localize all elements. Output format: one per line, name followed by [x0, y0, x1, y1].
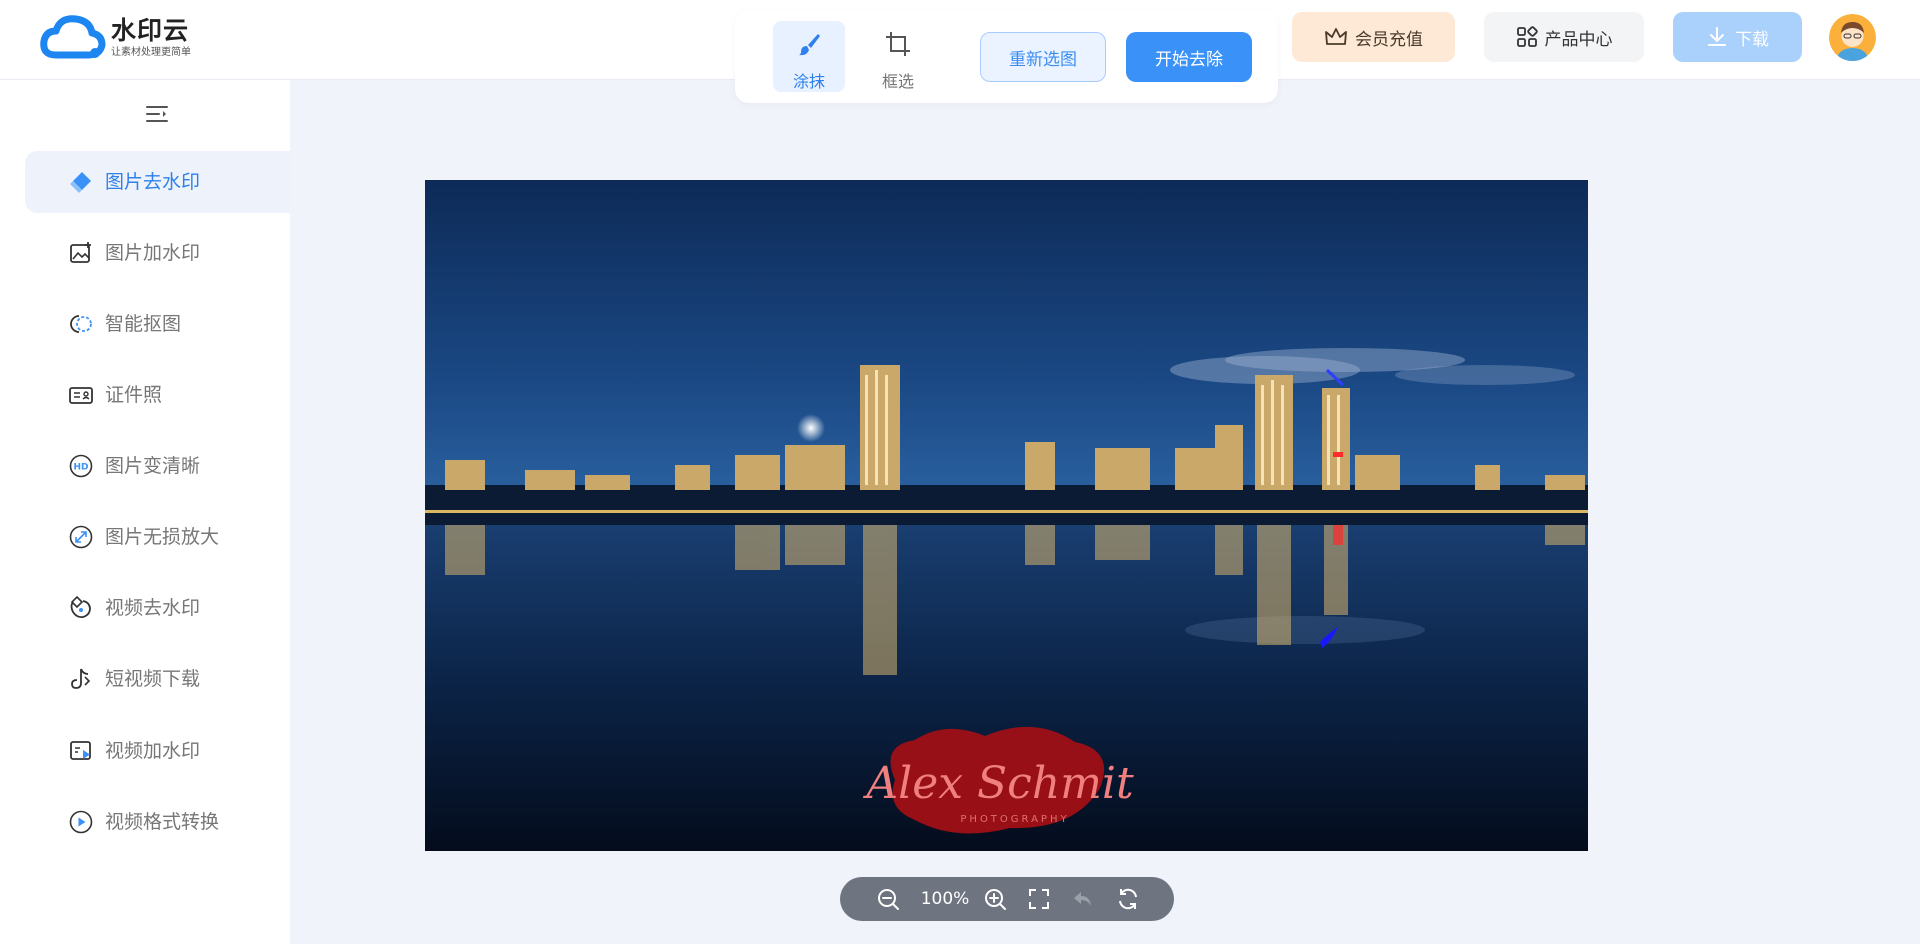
zoom-out-icon: [878, 889, 899, 910]
svg-text:HD: HD: [73, 463, 88, 473]
eraser-icon: [70, 172, 91, 193]
undo-button[interactable]: [1071, 887, 1095, 911]
crown-icon: [1325, 28, 1347, 45]
play-circle-icon: [69, 810, 93, 834]
edit-tool-panel: 涂抹 框选 重新选图 开始去除: [735, 10, 1278, 103]
image-add-icon: [70, 242, 91, 263]
id-card-icon: [69, 387, 93, 404]
user-avatar[interactable]: [1829, 14, 1876, 61]
hd-icon: HD: [69, 454, 93, 478]
watermark-subtext: PHOTOGRAPHY: [960, 814, 1069, 825]
sidebar-item-image-watermark-add[interactable]: 图片加水印: [25, 222, 290, 284]
download-label: 下载: [1735, 29, 1769, 50]
sidebar-item-video-format-convert[interactable]: 视频格式转换: [25, 791, 290, 853]
sidebar-item-id-photo[interactable]: 证件照: [25, 364, 290, 426]
grid-apps-icon: [1516, 26, 1538, 47]
reset-button[interactable]: [1116, 887, 1140, 911]
avatar-icon: [1829, 14, 1876, 61]
fullscreen-icon: [1029, 889, 1049, 909]
sidebar-item-label: 证件照: [105, 384, 163, 406]
sidebar-item-label: 视频去水印: [105, 597, 201, 619]
vip-recharge-label: 会员充值: [1355, 29, 1423, 50]
sidebar-item-image-sharpen[interactable]: HD 图片变清晰: [25, 435, 290, 497]
sidebar-item-short-video-download[interactable]: 短视频下载: [25, 648, 290, 710]
undo-icon: [1074, 892, 1091, 906]
sidebar-item-label: 视频加水印: [105, 740, 201, 762]
watermark-text: Alex Schmit: [862, 758, 1134, 809]
sidebar-item-label: 视频格式转换: [105, 811, 220, 833]
enlarge-icon: [69, 525, 93, 549]
start-remove-button[interactable]: 开始去除: [1126, 32, 1252, 82]
tool-smear-label: 涂抹: [792, 72, 825, 91]
collapse-menu-button[interactable]: [145, 102, 169, 126]
reselect-image-button[interactable]: 重新选图: [980, 32, 1106, 82]
sidebar-item-label: 图片去水印: [105, 171, 201, 193]
sidebar-item-label: 图片无损放大: [105, 526, 220, 548]
zoom-toolbar: 100%: [840, 877, 1174, 921]
sidebar-item-smart-cutout[interactable]: 智能抠图: [25, 293, 290, 355]
fit-screen-button[interactable]: [1027, 887, 1051, 911]
product-center-button[interactable]: 产品中心: [1484, 12, 1644, 62]
tool-box-select[interactable]: 框选: [862, 21, 934, 92]
tool-smear[interactable]: 涂抹: [773, 21, 845, 92]
download-button[interactable]: 下载: [1673, 12, 1802, 62]
product-center-label: 产品中心: [1544, 29, 1613, 50]
sidebar-item-image-watermark-remove[interactable]: 图片去水印: [25, 151, 290, 213]
brush-icon: [799, 34, 820, 56]
app-logo[interactable]: 水印云 让素材处理更简单: [40, 13, 191, 61]
crop-icon: [886, 32, 910, 56]
city-night-photo: Alex Schmit PHOTOGRAPHY: [425, 180, 1588, 851]
app-slogan: 让素材处理更简单: [111, 46, 191, 58]
sidebar-item-video-watermark-add[interactable]: 视频加水印: [25, 720, 290, 782]
sidebar: 图片去水印 图片加水印 智能抠图 证件照 HD 图片变清晰 图片无损放大 视频去…: [0, 80, 290, 944]
zoom-in-icon: [985, 889, 1006, 910]
video-eraser-icon: [70, 596, 91, 619]
video-watermark-icon: [70, 741, 91, 760]
sidebar-item-label: 图片变清晰: [105, 455, 201, 477]
zoom-in-button[interactable]: [983, 887, 1007, 911]
refresh-icon: [1119, 888, 1137, 910]
zoom-out-button[interactable]: [876, 887, 900, 911]
sidebar-item-lossless-enlarge[interactable]: 图片无损放大: [25, 506, 290, 568]
cutout-icon: [70, 315, 92, 333]
vip-recharge-button[interactable]: 会员充值: [1292, 12, 1455, 62]
sidebar-item-label: 智能抠图: [105, 313, 182, 335]
douyin-icon: [71, 668, 91, 689]
sidebar-item-video-watermark-remove[interactable]: 视频去水印: [25, 577, 290, 639]
download-icon: [1708, 27, 1726, 46]
tool-box-select-label: 框选: [881, 72, 914, 91]
image-canvas[interactable]: Alex Schmit PHOTOGRAPHY: [425, 180, 1588, 851]
menu-collapse-icon: [146, 106, 168, 122]
app-name: 水印云: [111, 15, 190, 45]
top-header: 水印云 让素材处理更简单 涂抹 框选 重新选图 开始去除 会员充值 产品中心 下…: [0, 0, 1920, 103]
sidebar-item-label: 图片加水印: [105, 242, 201, 264]
sidebar-item-label: 短视频下载: [105, 668, 201, 690]
zoom-level: 100%: [920, 889, 970, 909]
cloud-logo-icon: [40, 15, 106, 59]
